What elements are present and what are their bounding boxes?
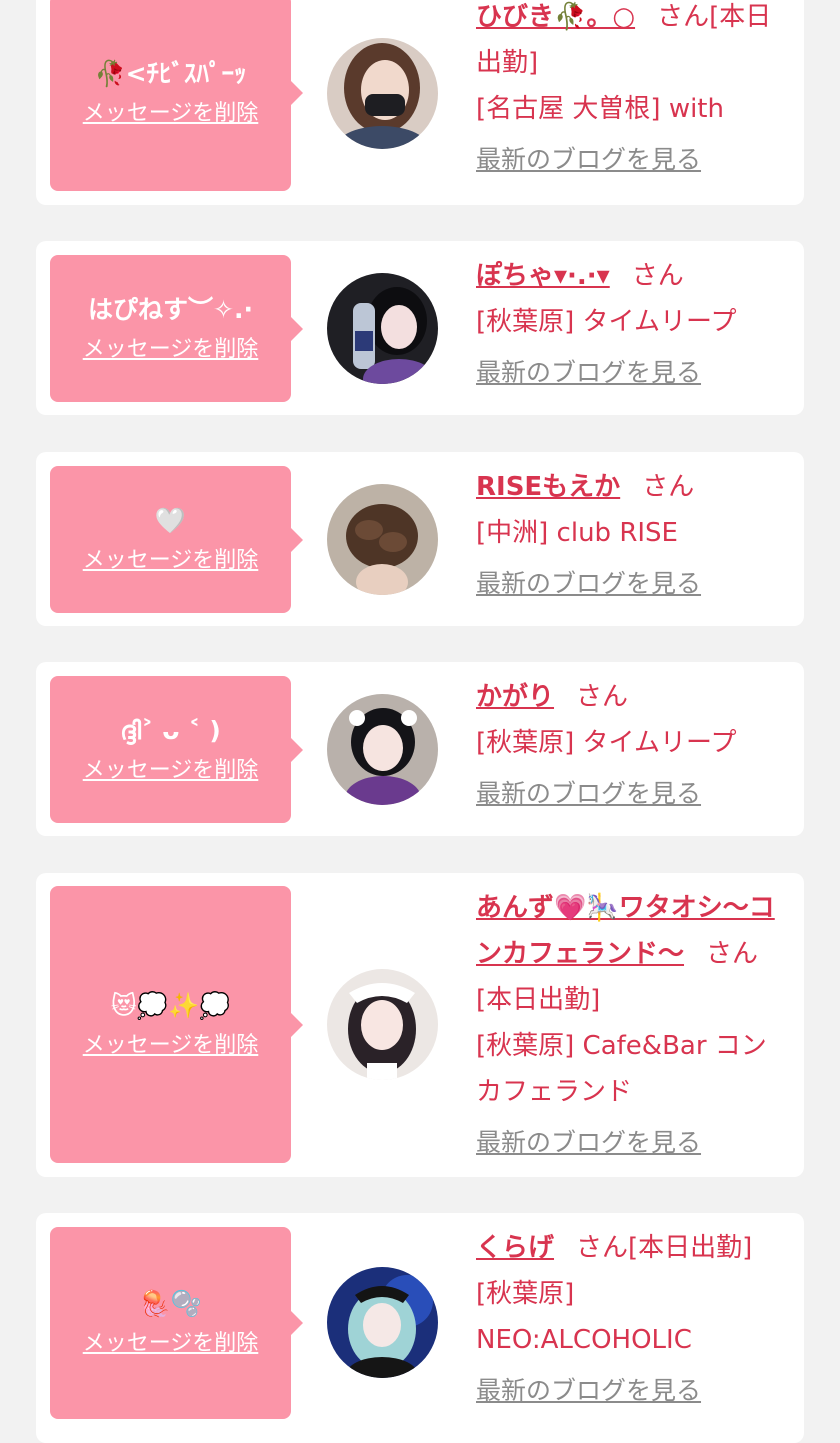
- delete-message-link[interactable]: メッセージを削除: [83, 1032, 259, 1060]
- message-text: 🪼🫧: [139, 1289, 202, 1318]
- message-text: 🤍: [154, 505, 187, 535]
- status-label: [本日出勤]: [628, 1233, 753, 1263]
- cast-info: ひびき🥀。○ さん[本日出勤] [名古屋 大曽根] with 最新のブログを見る: [476, 0, 792, 180]
- cast-name-link[interactable]: ひびき🥀。○: [476, 2, 635, 32]
- avatar[interactable]: [327, 1267, 438, 1378]
- delete-message-link[interactable]: メッセージを削除: [83, 547, 259, 575]
- message-bubble: 😻💭✨💭 メッセージを削除: [50, 886, 303, 1163]
- avatar[interactable]: [327, 273, 438, 384]
- message-text: はぴねす︶✧.·: [88, 294, 253, 324]
- message-bubble: 🥀<ﾁﾋﾞｽﾊﾟｰｯ メッセージを削除: [50, 0, 303, 191]
- message-list: 🥀<ﾁﾋﾞｽﾊﾟｰｯ メッセージを削除 ひびき🥀。○ さん[本日出勤] [名古屋 …: [0, 0, 840, 1443]
- delete-message-link[interactable]: メッセージを削除: [83, 757, 259, 785]
- delete-message-link[interactable]: メッセージを削除: [83, 100, 259, 128]
- list-item: 🪼🫧 メッセージを削除 くらげ さん[本日出勤] [秋葉原] NEO:ALCOHO…: [36, 1213, 804, 1443]
- cast-info: RISEもえか さん [中洲] club RISE 最新のブログを見る: [476, 464, 792, 604]
- san-suffix: さん: [642, 472, 695, 502]
- latest-blog-link[interactable]: 最新のブログを見る: [476, 564, 792, 604]
- message-text: 😻💭✨💭: [110, 990, 231, 1020]
- shop-label: [秋葉原] NEO:ALCOHOLIC: [476, 1279, 692, 1355]
- san-suffix: さん: [657, 2, 710, 32]
- message-bubble: 🪼🫧 メッセージを削除: [50, 1227, 303, 1419]
- cast-name-link[interactable]: ぽちゃ▾·.·▾: [476, 261, 610, 291]
- cast-info: あんず💗🎠ワタオシ〜コンカフェランド〜 さん[本日出勤] [秋葉原] Cafe&B…: [476, 885, 792, 1163]
- delete-message-link[interactable]: メッセージを削除: [83, 1330, 259, 1358]
- shop-label: [中洲] club RISE: [476, 518, 678, 548]
- san-suffix: さん: [576, 1233, 629, 1263]
- cast-info: くらげ さん[本日出勤] [秋葉原] NEO:ALCOHOLIC 最新のブログを見…: [476, 1225, 792, 1411]
- message-bubble: はぴねす︶✧.· メッセージを削除: [50, 255, 303, 402]
- latest-blog-link[interactable]: 最新のブログを見る: [476, 774, 792, 814]
- latest-blog-link[interactable]: 最新のブログを見る: [476, 1371, 792, 1411]
- shop-label: [秋葉原] タイムリープ: [476, 728, 737, 758]
- avatar[interactable]: [327, 38, 438, 149]
- san-suffix: さん: [576, 682, 629, 712]
- list-item: 🥀<ﾁﾋﾞｽﾊﾟｰｯ メッセージを削除 ひびき🥀。○ さん[本日出勤] [名古屋 …: [36, 0, 804, 205]
- message-bubble: 🤍 メッセージを削除: [50, 466, 303, 613]
- list-item: はぴねす︶✧.· メッセージを削除 ぽちゃ▾·.·▾ さん [秋葉原] タイムリー…: [36, 241, 804, 415]
- list-item: ദ്ദി˃ ᴗ ˂ ) メッセージを削除 かがり さん [秋葉原] タイムリープ …: [36, 662, 804, 836]
- latest-blog-link[interactable]: 最新のブログを見る: [476, 140, 792, 180]
- san-suffix: さん: [631, 261, 684, 291]
- cast-info: ぽちゃ▾·.·▾ さん [秋葉原] タイムリープ 最新のブログを見る: [476, 253, 792, 393]
- message-text: ദ്ദി˃ ᴗ ˂ ): [120, 715, 221, 745]
- latest-blog-link[interactable]: 最新のブログを見る: [476, 1123, 792, 1163]
- cast-info: かがり さん [秋葉原] タイムリープ 最新のブログを見る: [476, 674, 792, 814]
- avatar[interactable]: [327, 969, 438, 1080]
- san-suffix: さん: [706, 939, 759, 969]
- avatar[interactable]: [327, 694, 438, 805]
- message-bubble: ദ്ദി˃ ᴗ ˂ ) メッセージを削除: [50, 676, 303, 823]
- message-text: 🥀<ﾁﾋﾞｽﾊﾟｰｯ: [94, 58, 247, 88]
- list-item: 🤍 メッセージを削除 RISEもえか さん [中洲] club RISE 最新のブ…: [36, 452, 804, 626]
- status-label: [本日出勤]: [476, 985, 601, 1015]
- cast-name-link[interactable]: くらげ: [476, 1233, 554, 1263]
- shop-label: [名古屋 大曽根] with: [476, 94, 724, 124]
- latest-blog-link[interactable]: 最新のブログを見る: [476, 353, 792, 393]
- delete-message-link[interactable]: メッセージを削除: [83, 336, 259, 364]
- shop-label: [秋葉原] タイムリープ: [476, 307, 737, 337]
- avatar[interactable]: [327, 484, 438, 595]
- list-item: 😻💭✨💭 メッセージを削除 あんず💗🎠ワタオシ〜コンカフェランド〜 さん[本日出勤…: [36, 873, 804, 1177]
- shop-label: [秋葉原] Cafe&Bar コンカフェランド: [476, 1031, 767, 1107]
- cast-name-link[interactable]: RISEもえか: [476, 472, 620, 502]
- cast-name-link[interactable]: かがり: [476, 682, 554, 712]
